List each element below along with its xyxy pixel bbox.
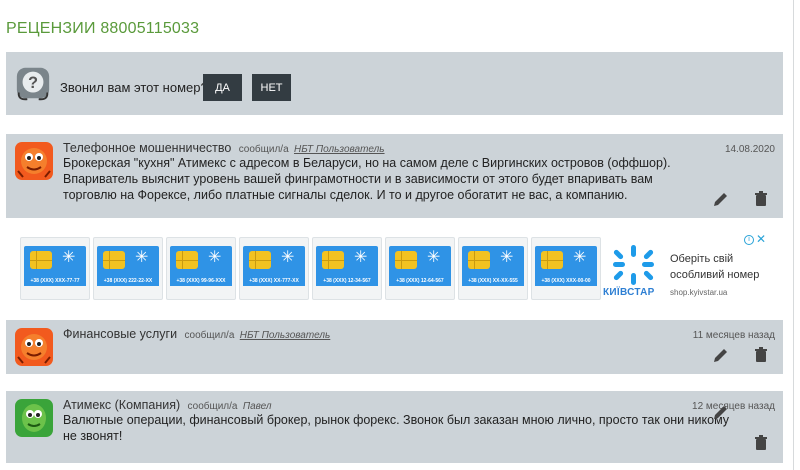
ad-close-icon[interactable]: ✕ <box>756 232 766 246</box>
posted-by-label: сообщил/а <box>184 330 235 341</box>
red-monster-avatar-icon <box>15 142 53 180</box>
review-header: Атимекс (Компания) сообщил/а Павел <box>63 398 272 412</box>
kyivstar-star-icon: ✳ <box>135 249 149 266</box>
sim-chip-icon <box>249 251 271 269</box>
review-category: Атимекс (Компания) <box>63 398 181 412</box>
kyivstar-star-icon: ✳ <box>281 249 295 266</box>
sim-card-offer[interactable]: ✳ +38 (XXX) XXX-00-00 <box>531 237 601 300</box>
sim-number: +38 (XXX) XX-XX-555 <box>462 276 524 286</box>
sim-chip-icon <box>395 251 417 269</box>
sim-chip-icon <box>103 251 125 269</box>
ad-url[interactable]: shop.kyivstar.ua <box>670 288 727 297</box>
trash-icon[interactable] <box>752 189 770 207</box>
review-header: Финансовые услуги сообщил/а НБТ Пользова… <box>63 327 330 341</box>
edit-pencil-icon[interactable] <box>712 346 730 364</box>
trash-icon[interactable] <box>752 433 770 451</box>
trash-icon[interactable] <box>752 345 770 363</box>
sim-chip-icon <box>30 251 52 269</box>
ad-brand-name: КИЇВСТАР <box>603 287 655 298</box>
page: РЕЦЕНЗИИ 88005115033 ? Звонил вам этот н… <box>0 0 800 470</box>
kyivstar-star-icon: ✳ <box>427 249 441 266</box>
yes-button[interactable]: ДА <box>203 74 242 101</box>
sim-number: +38 (XXX) 12-34-567 <box>316 276 378 286</box>
unknown-caller-icon: ? <box>16 67 50 101</box>
edit-pencil-icon[interactable] <box>712 190 730 208</box>
kyivstar-star-icon: ✳ <box>354 249 368 266</box>
sim-number: +38 (XXX) 99-96-XXX <box>170 276 232 286</box>
kyivstar-star-icon: ✳ <box>208 249 222 266</box>
sim-card-offer[interactable]: ✳ +38 (XXX) 222-22-XX <box>93 237 163 300</box>
sim-number: +38 (XXX) 222-22-XX <box>97 276 159 286</box>
scrollbar-edge <box>793 0 794 470</box>
sim-chip-icon <box>468 251 490 269</box>
posted-by-label: сообщил/а <box>238 144 289 155</box>
review-category: Финансовые услуги <box>63 327 178 341</box>
review-text: Валютные операции, финансовый брокер, ры… <box>63 413 730 443</box>
sim-number: +38 (XXX) XXX-00-00 <box>535 276 597 286</box>
review-item: Телефонное мошенничество сообщил/а НБТ П… <box>6 134 783 218</box>
review-text: Брокерская "кухня" Атимекс с адресом в Б… <box>63 156 671 202</box>
edit-pencil-icon[interactable] <box>712 403 730 421</box>
call-poll-panel: ? Звонил вам этот номер? <box>6 52 783 115</box>
sim-card-offer[interactable]: ✳ +38 (XXX) XX-777-XX <box>239 237 309 300</box>
kyivstar-star-icon: ✳ <box>573 249 587 266</box>
sim-card-offer[interactable]: ✳ +38 (XXX) 12-34-567 <box>312 237 382 300</box>
ad-info-icon[interactable]: i <box>744 235 754 245</box>
kyivstar-star-icon: ✳ <box>500 249 514 266</box>
page-title: РЕЦЕНЗИИ 88005115033 <box>6 20 200 37</box>
kyivstar-logo-icon <box>613 245 654 285</box>
review-date: 11 месяцев назад <box>692 330 775 341</box>
review-item: Финансовые услуги сообщил/а НБТ Пользова… <box>6 320 783 374</box>
review-date: 14.08.2020 <box>724 144 775 155</box>
review-date: 12 месяцев назад <box>692 401 775 412</box>
sim-chip-icon <box>322 251 344 269</box>
sim-chip-icon <box>176 251 198 269</box>
kyivstar-ad-banner[interactable]: ✳ +38 (XXX) XXX-77-77 ✳ +38 (XXX) 222-22… <box>20 232 770 300</box>
sim-chip-icon <box>541 251 563 269</box>
review-author: Павел <box>242 401 272 412</box>
sim-card-offer[interactable]: ✳ +38 (XXX) 99-96-XXX <box>166 237 236 300</box>
sim-number: +38 (XXX) 12-64-567 <box>389 276 451 286</box>
ad-headline[interactable]: Оберіть свій особливий номер <box>670 251 770 283</box>
no-button[interactable]: НЕТ <box>252 74 291 101</box>
svg-text:?: ? <box>28 74 38 92</box>
sim-card-offer[interactable]: ✳ +38 (XXX) 12-64-567 <box>385 237 455 300</box>
red-monster-avatar-icon <box>15 328 53 366</box>
sim-card-offer[interactable]: ✳ +38 (XXX) XX-XX-555 <box>458 237 528 300</box>
review-category: Телефонное мошенничество <box>63 141 232 155</box>
sim-number: +38 (XXX) XX-777-XX <box>243 276 305 286</box>
poll-question: Звонил вам этот номер? <box>60 80 208 95</box>
kyivstar-star-icon: ✳ <box>62 249 76 266</box>
green-monster-avatar-icon <box>15 399 53 437</box>
review-item: Атимекс (Компания) сообщил/а Павел 12 ме… <box>6 391 783 463</box>
review-author-link[interactable]: НБТ Пользователь <box>240 330 331 341</box>
sim-card-offer[interactable]: ✳ +38 (XXX) XXX-77-77 <box>20 237 90 300</box>
sim-number: +38 (XXX) XXX-77-77 <box>24 276 86 286</box>
posted-by-label: сообщил/а <box>187 401 238 412</box>
review-author-link[interactable]: НБТ Пользователь <box>294 144 385 155</box>
review-header: Телефонное мошенничество сообщил/а НБТ П… <box>63 141 385 155</box>
